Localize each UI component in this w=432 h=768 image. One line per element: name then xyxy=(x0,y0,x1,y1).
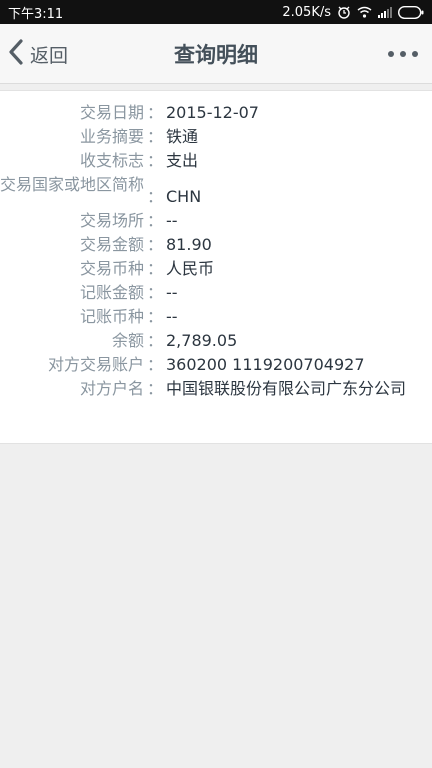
detail-value: CHN xyxy=(166,187,202,206)
detail-label: 业务摘要 xyxy=(79,127,144,146)
detail-row-date: 交易日期 ： 2015-12-07 xyxy=(0,101,432,125)
detail-label: 交易金额 xyxy=(79,235,144,254)
detail-value: 81.90 xyxy=(166,235,212,254)
transaction-detail-card: 交易日期 ： 2015-12-07 业务摘要 ： 铁通 收支标志 ： 支出 交易… xyxy=(0,90,432,444)
detail-row-amount: 交易金额 ： 81.90 xyxy=(0,233,432,257)
detail-label: 记账币种 xyxy=(79,307,144,326)
detail-value: -- xyxy=(166,307,178,326)
status-indicators: 2.05K/s xyxy=(282,5,424,20)
detail-label: 收支标志 xyxy=(79,151,144,170)
detail-value: 铁通 xyxy=(166,127,199,146)
navigation-bar: 返回 查询明细 xyxy=(0,24,432,84)
chevron-left-icon xyxy=(8,38,24,71)
detail-row-country: 交易国家或地区简称 ： CHN xyxy=(0,173,432,209)
detail-colon: ： xyxy=(146,307,163,326)
detail-label: 对方交易账户 xyxy=(47,355,144,374)
detail-row-counterparty-name: 对方户名 ： 中国银联股份有限公司广东分公司 xyxy=(0,377,432,401)
detail-colon: ： xyxy=(146,235,163,254)
detail-colon: ： xyxy=(146,127,163,146)
detail-colon: ： xyxy=(146,103,163,122)
wifi-icon xyxy=(357,6,372,18)
detail-label: 交易场所 xyxy=(79,211,144,230)
detail-row-booked-currency: 记账币种 ： -- xyxy=(0,305,432,329)
detail-row-counterparty-account: 对方交易账户 ： 360200 1119200704927 xyxy=(0,353,432,377)
detail-row-balance: 余额 ： 2,789.05 xyxy=(0,329,432,353)
detail-value: 2,789.05 xyxy=(166,331,238,350)
detail-colon: ： xyxy=(146,211,163,230)
detail-label: 交易币种 xyxy=(79,259,144,278)
detail-label: 记账金额 xyxy=(79,283,144,302)
detail-value: 支出 xyxy=(166,151,199,170)
network-speed: 2.05K/s xyxy=(282,4,331,20)
detail-row-place: 交易场所 ： -- xyxy=(0,209,432,233)
back-label: 返回 xyxy=(30,44,69,67)
detail-value: 2015-12-07 xyxy=(166,103,259,122)
detail-row-summary: 业务摘要 ： 铁通 xyxy=(0,125,432,149)
detail-row-currency: 交易币种 ： 人民币 xyxy=(0,257,432,281)
detail-value: 360200 1119200704927 xyxy=(166,355,365,374)
detail-value: 人民币 xyxy=(166,259,215,278)
back-button[interactable]: 返回 xyxy=(8,24,68,84)
more-menu-button[interactable] xyxy=(388,24,418,84)
detail-colon: ： xyxy=(146,187,163,206)
status-time: 下午3:11 xyxy=(8,6,64,22)
detail-value: -- xyxy=(166,211,178,230)
detail-value: -- xyxy=(166,283,178,302)
detail-colon: ： xyxy=(146,151,163,170)
detail-colon: ： xyxy=(146,379,163,398)
battery-icon xyxy=(398,5,424,19)
detail-value: 中国银联股份有限公司广东分公司 xyxy=(166,379,407,398)
detail-colon: ： xyxy=(146,283,163,302)
detail-colon: ： xyxy=(146,331,163,350)
status-bar: 下午3:11 2.05K/s xyxy=(0,0,432,24)
detail-label: 交易日期 xyxy=(79,103,144,122)
detail-label: 对方户名 xyxy=(79,379,144,398)
detail-label: 余额 xyxy=(111,331,144,350)
signal-icon xyxy=(378,6,392,18)
detail-colon: ： xyxy=(146,259,163,278)
alarm-icon xyxy=(337,5,351,19)
detail-label: 交易国家或地区简称 xyxy=(0,175,145,194)
detail-row-flag: 收支标志 ： 支出 xyxy=(0,149,432,173)
detail-row-booked-amount: 记账金额 ： -- xyxy=(0,281,432,305)
more-dots-icon xyxy=(388,51,394,57)
detail-colon: ： xyxy=(146,355,163,374)
